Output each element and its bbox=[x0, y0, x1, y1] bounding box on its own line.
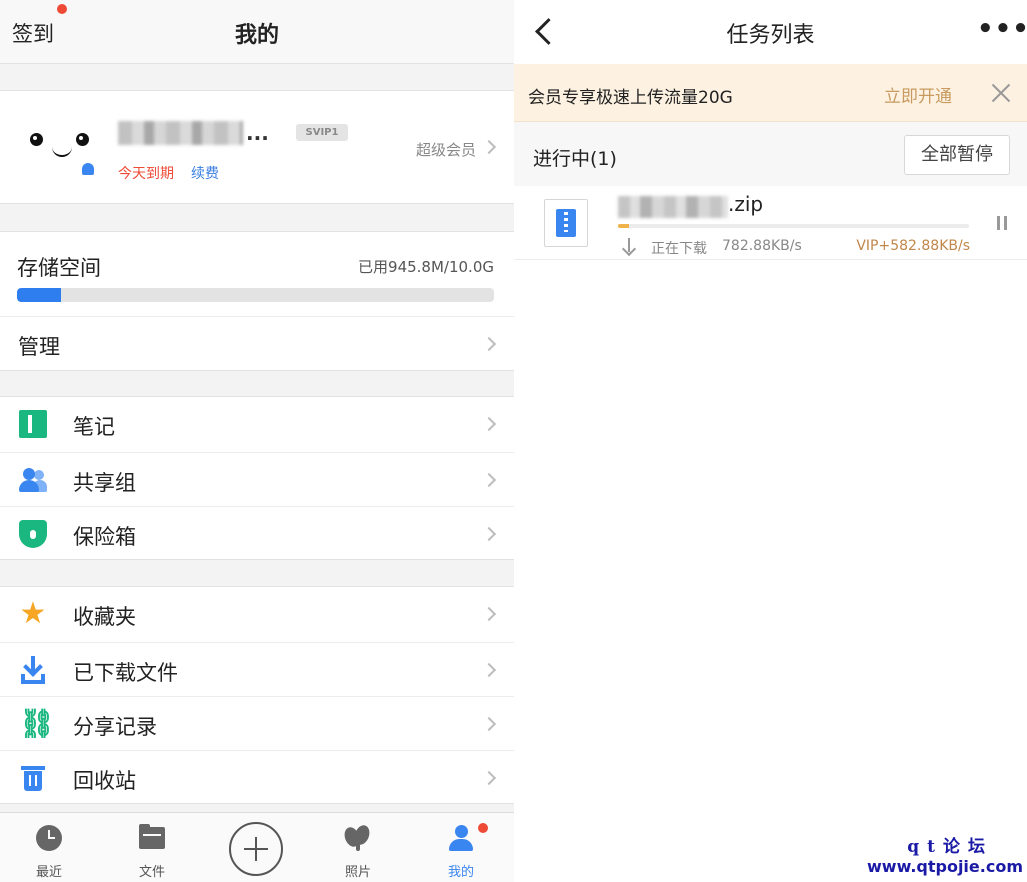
in-progress-section: 进行中(1) 全部暂停 bbox=[514, 122, 1027, 186]
chevron-right-icon bbox=[481, 416, 497, 432]
menu-item-label: 保险箱 bbox=[73, 525, 136, 549]
menu-item-label: 分享记录 bbox=[73, 715, 157, 739]
add-button[interactable] bbox=[229, 822, 283, 876]
task-status: 正在下载 bbox=[651, 241, 707, 257]
task-vip-speed: VIP+582.88KB/s bbox=[856, 238, 970, 254]
safe-icon bbox=[19, 520, 47, 548]
member-level-link[interactable]: 超级会员 bbox=[416, 139, 476, 160]
task-list-header: 任务列表 ••• bbox=[514, 0, 1027, 64]
username-blurred bbox=[118, 121, 243, 145]
storage-card: 存储空间 已用945.8M/10.0G 管理 bbox=[0, 231, 514, 371]
chevron-right-icon bbox=[481, 472, 497, 488]
menu-item-label: 笔记 bbox=[73, 415, 115, 439]
manage-item[interactable]: 管理 bbox=[0, 316, 514, 372]
menu-item-share-group[interactable]: 共享组 bbox=[0, 452, 514, 506]
username-suffix: ... bbox=[246, 121, 269, 145]
storage-used-text: 已用945.8M/10.0G bbox=[358, 258, 494, 276]
tab-files[interactable]: 文件 bbox=[112, 813, 192, 882]
star-icon: ★ bbox=[19, 596, 47, 631]
storage-title: 存储空间 bbox=[17, 256, 101, 280]
filename-extension: .zip bbox=[728, 192, 764, 216]
chevron-right-icon bbox=[481, 606, 497, 622]
chevron-right-icon bbox=[481, 336, 497, 352]
storage-progress-fill bbox=[17, 288, 61, 302]
promo-text: 会员专享极速上传流量20G bbox=[528, 88, 733, 108]
download-arrow-icon bbox=[622, 238, 636, 254]
section-title: 进行中(1) bbox=[533, 148, 617, 170]
storage-progress-bar bbox=[17, 288, 494, 302]
menu-item-share-history[interactable]: ⛓ 分享记录 bbox=[0, 696, 514, 750]
pause-icon[interactable] bbox=[992, 214, 1012, 234]
menu-group-tools: 笔记 共享组 保险箱 bbox=[0, 396, 514, 560]
profile-card[interactable]: ... SVIP1 今天到期 续费 超级会员 bbox=[0, 90, 514, 204]
pause-all-button[interactable]: 全部暂停 bbox=[904, 135, 1010, 175]
download-icon bbox=[19, 656, 47, 684]
menu-item-label: 收藏夹 bbox=[73, 605, 136, 629]
checkin-notification-dot bbox=[57, 4, 67, 14]
promo-activate-link[interactable]: 立即开通 bbox=[884, 82, 952, 107]
clock-icon bbox=[36, 825, 62, 851]
tab-label: 文件 bbox=[138, 865, 165, 880]
watermark-title: qt论坛 bbox=[907, 837, 993, 857]
my-page-header: 签到 我的 bbox=[0, 0, 514, 64]
tab-label: 我的 bbox=[447, 865, 474, 880]
trash-icon bbox=[19, 764, 47, 792]
avatar-mouth bbox=[52, 147, 72, 157]
menu-item-label: 已下载文件 bbox=[73, 661, 178, 685]
chevron-right-icon bbox=[481, 526, 497, 542]
expire-text: 今天到期 bbox=[118, 166, 174, 182]
user-icon bbox=[448, 825, 474, 853]
avatar-eye-left bbox=[30, 133, 43, 146]
filename-blurred bbox=[618, 196, 728, 218]
menu-item-notes[interactable]: 笔记 bbox=[0, 397, 514, 451]
share-group-icon bbox=[19, 466, 47, 494]
menu-item-recycle-bin[interactable]: 回收站 bbox=[0, 750, 514, 804]
task-progress-fill bbox=[618, 224, 629, 228]
task-speed: 782.88KB/s bbox=[722, 238, 802, 254]
avatar-eye-right bbox=[76, 133, 89, 146]
task-list-panel: 任务列表 ••• 会员专享极速上传流量20G 立即开通 进行中(1) 全部暂停 … bbox=[514, 0, 1027, 882]
avatar[interactable] bbox=[22, 113, 100, 183]
tab-label: 最近 bbox=[35, 865, 62, 880]
tab-mine[interactable]: 我的 bbox=[421, 813, 501, 882]
menu-item-safe[interactable]: 保险箱 bbox=[0, 506, 514, 560]
chevron-right-icon bbox=[481, 770, 497, 786]
page-title: 我的 bbox=[234, 23, 279, 48]
mine-notification-dot bbox=[478, 823, 488, 833]
zip-file-icon bbox=[544, 199, 588, 247]
watermark-url: www.qtpojie.com bbox=[867, 857, 1023, 876]
link-icon: ⛓ bbox=[19, 707, 55, 740]
tab-recent[interactable]: 最近 bbox=[9, 813, 89, 882]
chevron-right-icon bbox=[481, 139, 497, 155]
photo-icon bbox=[342, 823, 373, 853]
chevron-right-icon bbox=[481, 716, 497, 732]
close-icon[interactable] bbox=[988, 80, 1014, 106]
menu-group-files: ★ 收藏夹 已下载文件 ⛓ 分享记录 回收站 bbox=[0, 586, 514, 804]
menu-item-favorites[interactable]: ★ 收藏夹 bbox=[0, 587, 514, 641]
tab-label: 照片 bbox=[344, 865, 371, 880]
more-icon[interactable]: ••• bbox=[977, 14, 1027, 44]
task-row[interactable]: .zip 正在下载 782.88KB/s VIP+582.88KB/s bbox=[514, 186, 1027, 260]
menu-item-label: 共享组 bbox=[73, 471, 136, 495]
renew-link[interactable]: 续费 bbox=[191, 163, 219, 183]
tab-photos[interactable]: 照片 bbox=[318, 813, 398, 882]
my-page-panel: 签到 我的 ... SVIP1 今天到期 续费 超级会员 存储空间 已用945.… bbox=[0, 0, 514, 882]
chevron-right-icon bbox=[481, 662, 497, 678]
note-icon bbox=[19, 410, 47, 438]
folder-icon bbox=[139, 824, 165, 849]
menu-item-downloaded[interactable]: 已下载文件 bbox=[0, 642, 514, 696]
bell-icon bbox=[82, 163, 94, 175]
promo-banner: 会员专享极速上传流量20G 立即开通 bbox=[514, 64, 1027, 122]
manage-label: 管理 bbox=[18, 335, 60, 359]
task-progress-bar bbox=[618, 224, 969, 228]
menu-item-label: 回收站 bbox=[73, 769, 136, 793]
bottom-nav: 最近 文件 照片 我的 bbox=[0, 812, 514, 882]
svip-badge: SVIP1 bbox=[296, 124, 348, 141]
page-title: 任务列表 bbox=[726, 23, 815, 48]
